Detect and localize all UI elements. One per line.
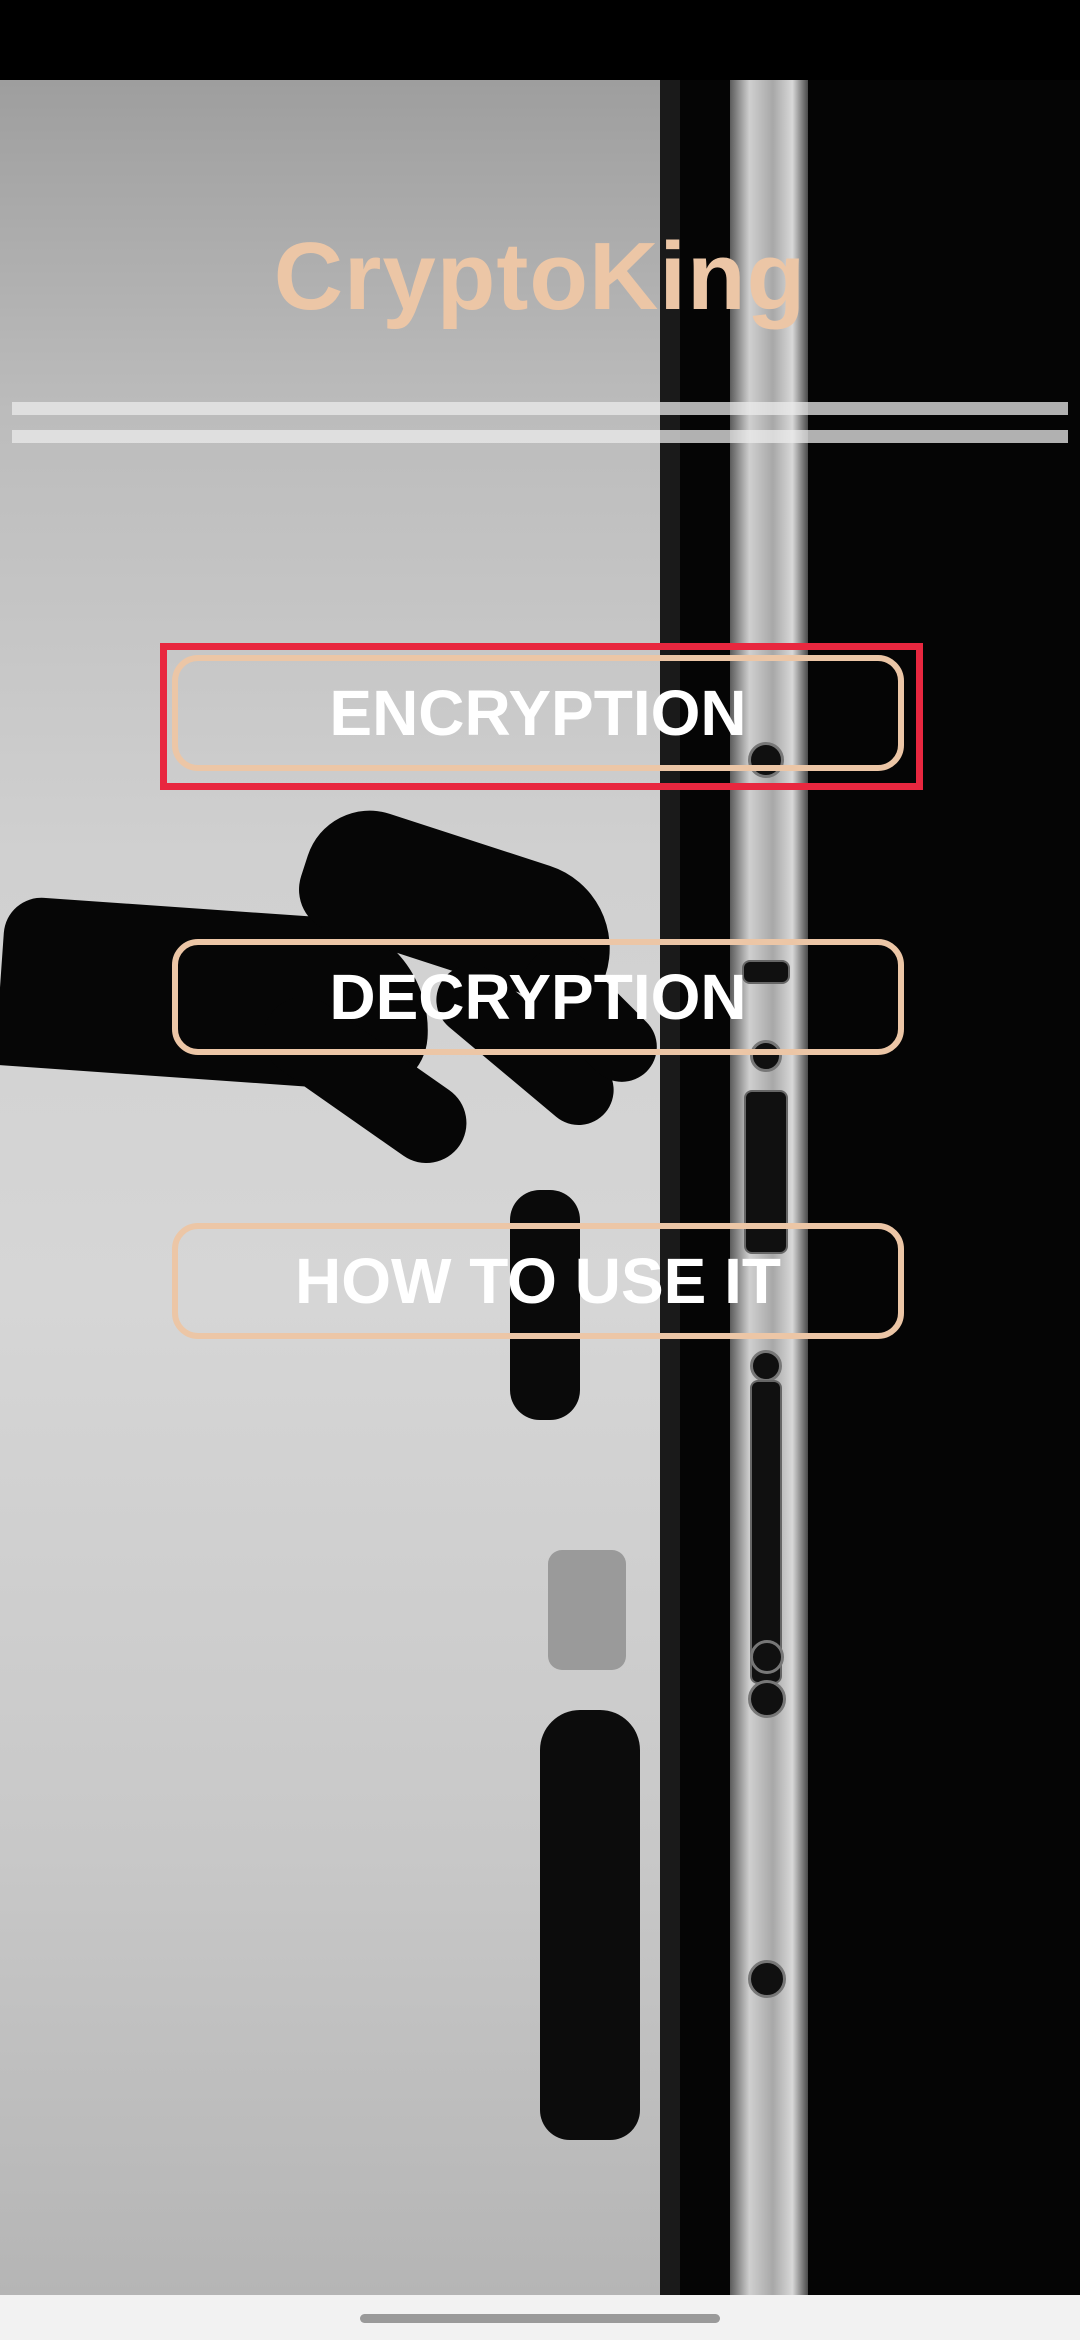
- title-divider-bottom: [12, 430, 1068, 443]
- key-bundle: [540, 1710, 640, 2140]
- status-bar: [0, 0, 1080, 80]
- main-screen: CryptoKing ENCRYPTION DECRYPTION HOW TO …: [0, 80, 1080, 2295]
- navigation-bar: [0, 2295, 1080, 2340]
- title-divider-top: [12, 402, 1068, 415]
- key-head: [548, 1550, 626, 1670]
- home-gesture-handle[interactable]: [360, 2314, 720, 2323]
- how-to-use-button[interactable]: HOW TO USE IT: [172, 1223, 904, 1339]
- encryption-button[interactable]: ENCRYPTION: [172, 655, 904, 771]
- decryption-button[interactable]: DECRYPTION: [172, 939, 904, 1055]
- app-title: CryptoKing: [273, 223, 807, 330]
